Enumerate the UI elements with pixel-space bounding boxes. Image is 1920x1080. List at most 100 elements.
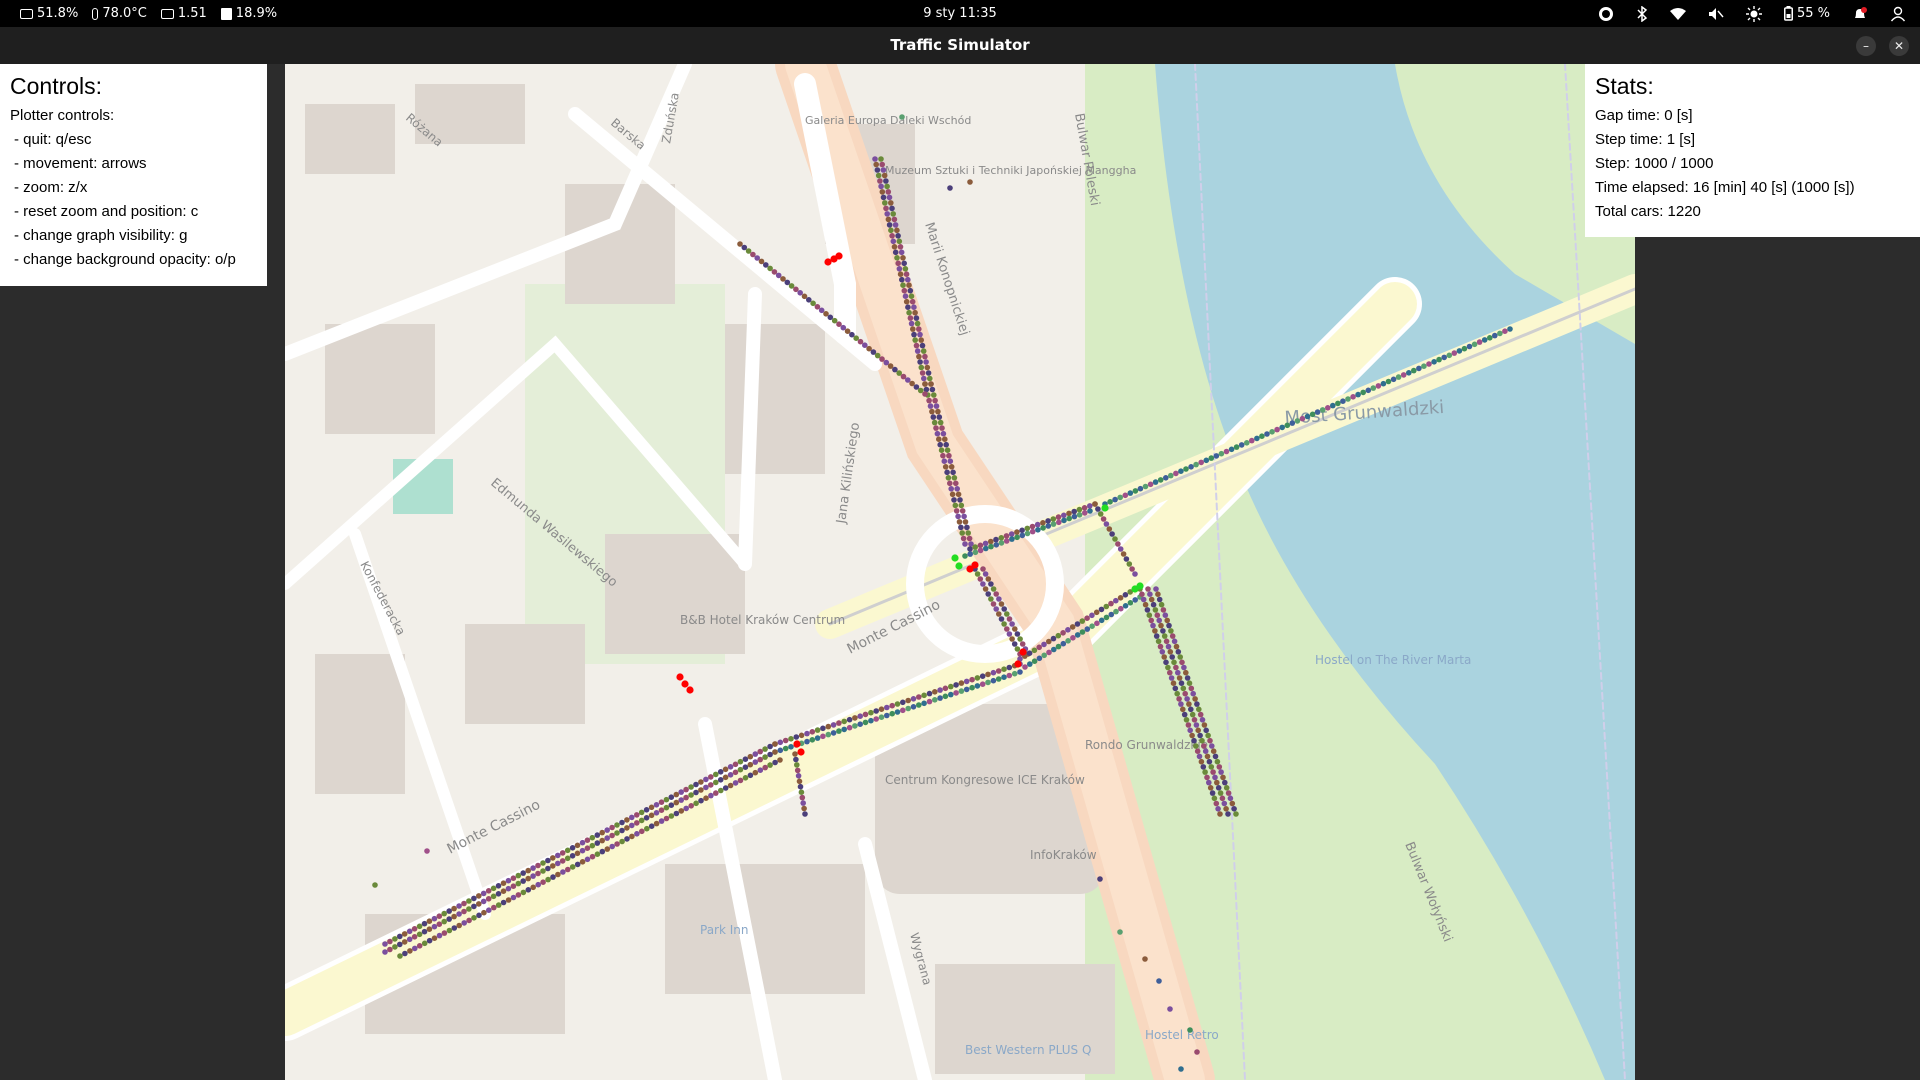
vehicle: [708, 792, 714, 799]
vehicle: [982, 571, 989, 577]
vehicle: [717, 769, 724, 775]
vehicle: [1006, 664, 1013, 671]
clock[interactable]: 9 sty 11:35: [923, 6, 997, 21]
vehicle: [387, 946, 393, 953]
vehicle: [1006, 631, 1013, 637]
vehicle: [758, 258, 765, 265]
vehicle: [1181, 664, 1187, 671]
vehicle: [906, 309, 912, 316]
vehicle: [931, 419, 938, 426]
vehicle: [953, 480, 959, 487]
vehicle: [1187, 727, 1193, 734]
vehicle: [914, 348, 921, 354]
vehicle: [1046, 649, 1052, 656]
vehicle: [1024, 530, 1031, 537]
vehicle: [1050, 516, 1057, 522]
vehicle: [688, 784, 694, 790]
vehicle: [1050, 635, 1057, 642]
vehicle: [1188, 464, 1194, 470]
map-view[interactable]: Most Grunwaldzki Monte Cassino Monte Cas…: [285, 64, 1635, 1080]
vehicle: [892, 249, 899, 256]
vehicle: [1451, 350, 1458, 356]
vehicle: [772, 749, 778, 755]
vehicle: [476, 912, 482, 919]
bluetooth-icon[interactable]: [1636, 5, 1648, 22]
load-value: 1.51: [177, 6, 207, 21]
vehicle: [892, 366, 898, 373]
monitor-icon: [20, 8, 33, 19]
app-canvas[interactable]: Most Grunwaldzki Monte Cassino Monte Cas…: [0, 64, 1920, 1080]
vehicle: [810, 300, 816, 307]
system-monitor[interactable]: 51.8% 78.0°C 1.51 18.9%: [20, 0, 277, 27]
vehicle: [1345, 396, 1351, 402]
vehicle: [1197, 732, 1203, 739]
vehicle: [849, 331, 855, 338]
vehicle: [763, 262, 769, 268]
vehicle: [1507, 326, 1513, 332]
vehicle: [772, 759, 778, 766]
vehicle: [1244, 440, 1250, 446]
vehicle: [777, 757, 783, 763]
vehicle: [604, 846, 611, 852]
vehicle: [609, 824, 615, 831]
vehicle: [1076, 506, 1083, 513]
vehicle: [937, 695, 943, 701]
vehicle: [1113, 597, 1119, 604]
wifi-icon[interactable]: [1669, 7, 1686, 21]
building: [325, 324, 435, 434]
vehicle: [957, 497, 963, 503]
vehicle: [397, 941, 403, 948]
vehicle: [722, 766, 729, 773]
vehicle: [836, 321, 842, 328]
chat-icon[interactable]: [1598, 6, 1614, 22]
vehicle: [1006, 672, 1013, 679]
vehicle: [1029, 523, 1036, 530]
brightness-icon[interactable]: [1745, 5, 1762, 22]
vehicle: [846, 716, 853, 723]
vehicle: [1183, 717, 1190, 723]
battery-indicator[interactable]: 55 %: [1783, 6, 1830, 21]
vehicle: [889, 710, 895, 717]
vehicle: [713, 790, 719, 796]
vehicle: [775, 272, 782, 279]
vehicle: [939, 425, 945, 431]
vehicle: [825, 731, 832, 738]
vehicle: [1199, 737, 1205, 744]
vehicle: [579, 859, 586, 865]
window-title-bar[interactable]: Traffic Simulator – ✕: [0, 27, 1920, 64]
vehicle: [461, 920, 467, 926]
vehicle: [1172, 685, 1179, 692]
minimize-button[interactable]: –: [1856, 36, 1876, 56]
vehicle: [1084, 615, 1090, 621]
vehicle: [1182, 690, 1188, 697]
volume-muted-icon[interactable]: [1708, 7, 1724, 21]
vehicle: [446, 927, 453, 934]
close-button[interactable]: ✕: [1889, 36, 1909, 56]
vehicle: [1189, 711, 1196, 718]
vehicle: [609, 832, 615, 839]
vehicle: [436, 921, 443, 927]
vehicle: [1153, 586, 1159, 592]
vehicle: [515, 892, 522, 898]
vehicle: [1330, 402, 1336, 409]
vehicle: [993, 542, 1000, 548]
vehicle: [530, 865, 536, 871]
vehicle: [688, 792, 694, 798]
vehicle: [668, 802, 675, 808]
notification-bell-icon[interactable]: [1852, 6, 1868, 22]
vehicle: [914, 320, 921, 327]
vehicle: [771, 269, 778, 275]
vehicle: [1176, 696, 1182, 702]
vehicle: [485, 888, 492, 894]
vehicle: [1375, 383, 1382, 389]
vehicle: [624, 817, 630, 823]
user-icon[interactable]: [1890, 6, 1906, 22]
vehicle: [1153, 633, 1160, 639]
status-area[interactable]: 55 %: [1598, 0, 1906, 27]
vehicle: [933, 425, 939, 431]
vehicle: [451, 925, 458, 931]
vehicle: [1108, 600, 1114, 607]
vehicle: [792, 751, 798, 757]
vehicle: [913, 315, 920, 321]
vehicle: [1041, 652, 1047, 659]
